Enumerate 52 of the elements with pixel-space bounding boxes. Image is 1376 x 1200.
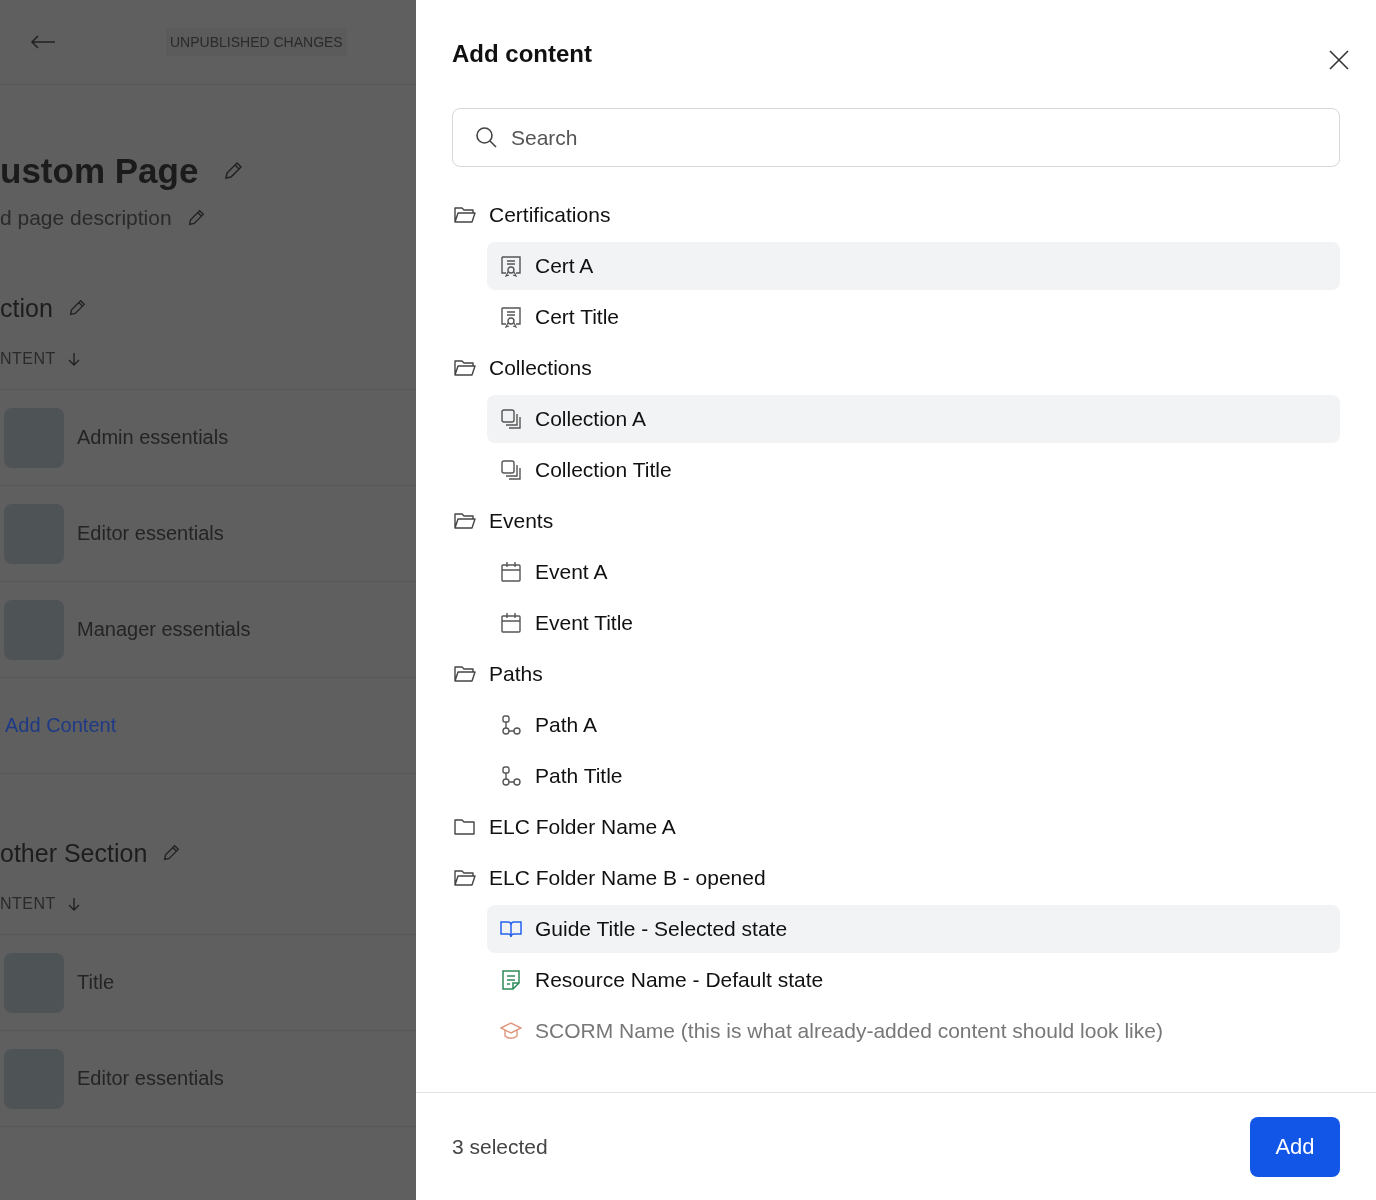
add-button[interactable]: Add xyxy=(1250,1116,1340,1177)
content-item[interactable]: Cert A xyxy=(487,242,1340,290)
stacked-squares-icon xyxy=(500,408,522,430)
open-folder-icon xyxy=(454,665,476,683)
path-nodes-icon xyxy=(500,765,522,787)
panel-title: Add content xyxy=(452,40,592,68)
content-item[interactable]: Cert Title xyxy=(487,293,1340,341)
open-book-icon xyxy=(500,918,522,940)
content-item[interactable]: Resource Name - Default state xyxy=(487,956,1340,1004)
content-title: Manager essentials xyxy=(77,618,251,641)
open-folder-icon xyxy=(454,359,476,377)
calendar-icon xyxy=(500,561,522,583)
selected-count: 3 selected xyxy=(452,1134,548,1159)
graduation-cap-icon xyxy=(500,1020,522,1042)
document-icon xyxy=(500,969,522,991)
content-item[interactable]: Collection A xyxy=(487,395,1340,443)
content-item[interactable]: Event A xyxy=(487,548,1340,596)
content-item[interactable]: Collection Title xyxy=(487,446,1340,494)
content-item[interactable]: Guide Title - Selected state xyxy=(487,905,1340,953)
stacked-squares-icon xyxy=(500,459,522,481)
sort-arrow-icon[interactable] xyxy=(67,352,80,366)
folder-item[interactable]: ELC Folder Name B - opened xyxy=(452,854,1340,902)
open-folder-icon xyxy=(454,869,476,887)
folder-item[interactable]: Certifications xyxy=(452,191,1340,239)
open-folder-icon xyxy=(454,512,476,530)
section-title: other Section xyxy=(0,838,148,868)
folder-item[interactable]: Collections xyxy=(452,344,1340,392)
search-field[interactable]: Search xyxy=(452,108,1340,167)
folder-icon xyxy=(454,818,476,836)
content-item[interactable]: Path Title xyxy=(487,752,1340,800)
page-title: ustom Page xyxy=(0,151,199,191)
folder-item[interactable]: ELC Folder Name A xyxy=(452,803,1340,851)
certificate-icon xyxy=(500,255,522,277)
section-title: ction xyxy=(0,293,53,323)
open-folder-icon xyxy=(454,206,476,224)
pencil-icon[interactable] xyxy=(222,160,245,182)
back-arrow-icon[interactable] xyxy=(30,35,56,49)
search-icon xyxy=(475,126,497,148)
close-icon[interactable] xyxy=(1329,50,1349,70)
content-title: Editor essentials xyxy=(77,522,224,545)
folder-item[interactable]: Paths xyxy=(452,650,1340,698)
content-item[interactable]: Event Title xyxy=(487,599,1340,647)
content-title: Editor essentials xyxy=(77,1067,224,1090)
folder-item[interactable]: Events xyxy=(452,497,1340,545)
calendar-icon xyxy=(500,612,522,634)
sort-arrow-icon[interactable] xyxy=(67,897,80,911)
path-nodes-icon xyxy=(500,714,522,736)
certificate-icon xyxy=(500,306,522,328)
content-title: Admin essentials xyxy=(77,426,229,449)
pencil-icon[interactable] xyxy=(161,843,182,863)
content-title: Title xyxy=(77,971,115,994)
content-item[interactable]: Path A xyxy=(487,701,1340,749)
